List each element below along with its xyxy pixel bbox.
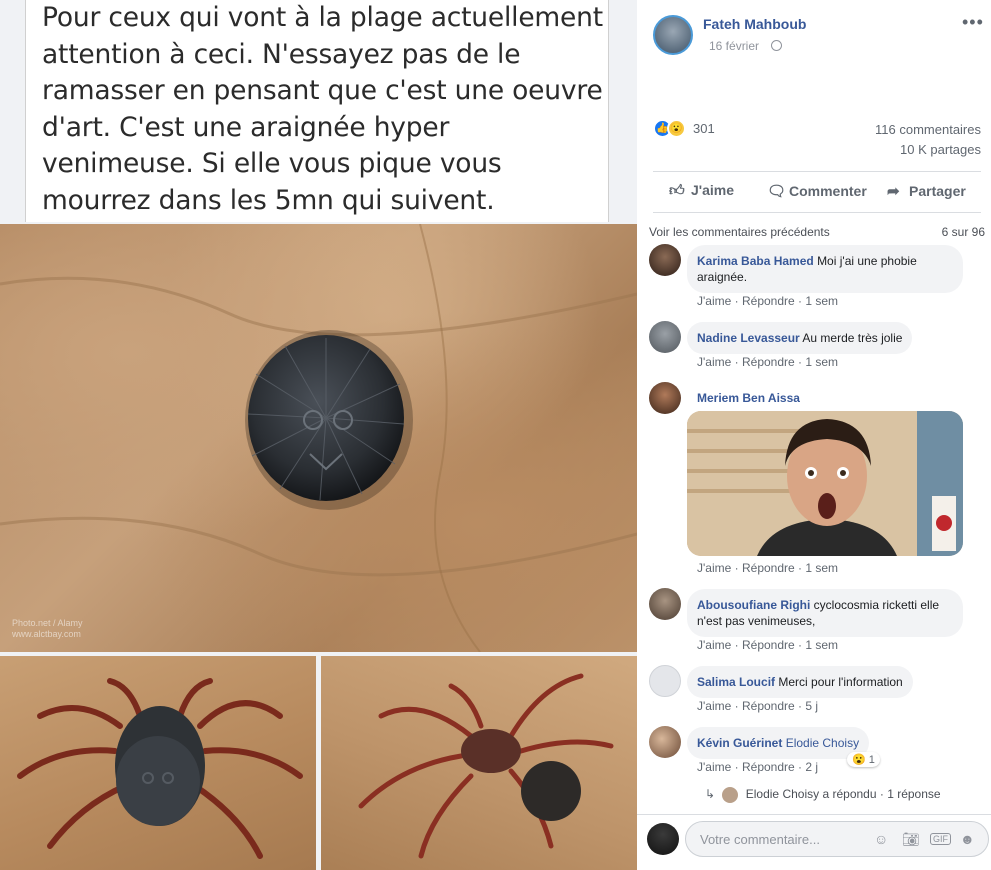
previous-comments-link[interactable]: Voir les commentaires précédents <box>649 225 830 239</box>
comment-like-link[interactable]: J'aime <box>697 561 731 575</box>
comment-bubble: Abousoufiane Righi cyclocosmia ricketti … <box>687 589 963 637</box>
reaction-gif[interactable] <box>687 411 963 556</box>
comment-reply-link[interactable]: Répondre <box>742 699 795 713</box>
comment-reply-link[interactable]: Répondre <box>742 355 795 369</box>
comment-time[interactable]: 1 sem <box>805 561 838 575</box>
divider <box>653 171 981 172</box>
emoji-icon[interactable]: ☺ <box>874 831 888 847</box>
photo-watermark: Photo.net / Alamy www.alctbay.com <box>12 618 83 639</box>
thumbs-up-icon: 👍︎ <box>669 182 685 199</box>
commenter-name-wrap: Meriem Ben Aissa <box>697 391 800 405</box>
shares-count[interactable]: 10 K partages <box>900 142 981 157</box>
comment-like-link[interactable]: J'aime <box>697 294 731 308</box>
commenter-name[interactable]: Abousoufiane Righi <box>697 598 810 612</box>
commenter-avatar[interactable] <box>649 321 681 353</box>
commenter-avatar[interactable] <box>649 382 681 414</box>
comment-input[interactable]: Votre commentaire... ☺ 📷︎ GIF ☻ <box>685 821 989 857</box>
spider-photo-left[interactable] <box>0 656 316 870</box>
comments-pager: 6 sur 96 <box>941 225 985 239</box>
commenter-avatar[interactable] <box>649 588 681 620</box>
comment-like-link[interactable]: J'aime <box>697 699 731 713</box>
replier-name: Elodie Choisy <box>745 787 820 802</box>
spider-photo-main[interactable]: Photo.net / Alamy www.alctbay.com <box>0 224 637 652</box>
share-button[interactable]: ➦ Partager <box>887 182 966 200</box>
comment-like-link[interactable]: J'aime <box>697 760 731 774</box>
comment-meta: J'aime · Répondre · 2 j <box>697 760 819 774</box>
comment-reply-link[interactable]: Répondre <box>742 294 795 308</box>
divider <box>653 212 981 213</box>
share-label: Partager <box>909 183 966 199</box>
post-text: Pour ceux qui vont à la plage actuelleme… <box>42 2 603 216</box>
comment-input-placeholder: Votre commentaire... <box>700 832 820 847</box>
comment-like-link[interactable]: J'aime <box>697 355 731 369</box>
comment-meta: J'aime · Répondre · 1 sem <box>697 294 839 308</box>
comment-meta: J'aime · Répondre · 5 j <box>697 699 819 713</box>
commenter-avatar[interactable] <box>649 726 681 758</box>
comment-icon: 🗨︎ <box>767 183 787 200</box>
spider-photo-right-art <box>358 673 614 859</box>
view-replies-link[interactable]: ↳ Elodie Choisy a répondu · 1 réponse <box>705 787 941 803</box>
comment-like-link[interactable]: J'aime <box>697 638 731 652</box>
reply-separator: · <box>879 787 884 802</box>
gif-icon[interactable]: GIF <box>930 833 951 845</box>
commenter-name[interactable]: Salima Loucif <box>697 675 775 689</box>
current-user-avatar <box>647 823 679 855</box>
comment-time[interactable]: 2 j <box>805 760 818 774</box>
divider <box>637 814 991 815</box>
camera-icon[interactable]: 📷︎ <box>902 831 920 848</box>
wow-reaction-icon: 😮 <box>667 119 686 138</box>
comment-bubble: Kévin Guérinet Elodie Choisy <box>687 727 870 759</box>
like-label: J'aime <box>691 182 735 198</box>
commenter-avatar[interactable] <box>649 244 681 276</box>
post-sidebar: Fateh Mahboub 16 février ••• 👍 😮 301 116… <box>637 0 991 870</box>
replier-avatar <box>722 787 739 803</box>
post-date[interactable]: 16 février <box>709 39 759 53</box>
reaction-icons[interactable]: 👍 😮 <box>653 119 689 139</box>
sticker-icon[interactable]: ☻ <box>960 831 975 847</box>
commenter-name[interactable]: Meriem Ben Aissa <box>697 391 800 405</box>
reaction-gif-art <box>687 411 963 556</box>
comment-label: Commenter <box>789 183 867 199</box>
post-media[interactable]: Pour ceux qui vont à la plage actuelleme… <box>0 0 637 870</box>
comment-text: Au merde très jolie <box>802 331 903 345</box>
reaction-count[interactable]: 301 <box>693 121 715 136</box>
reply-action-text: a répondu <box>822 787 877 802</box>
spider-photo-left-art <box>17 678 303 859</box>
globe-icon <box>771 40 782 51</box>
more-options-icon[interactable]: ••• <box>962 12 984 33</box>
comment-reaction-count: 1 <box>868 754 875 766</box>
comment-time[interactable]: 5 j <box>805 699 818 713</box>
like-button[interactable]: 👍︎ J'aime <box>669 182 734 200</box>
comment-bubble: Salima Loucif Merci pour l'information <box>687 666 913 698</box>
comment-meta: J'aime · Répondre · 1 sem <box>697 355 839 369</box>
commenter-avatar[interactable] <box>649 665 681 697</box>
comment-time[interactable]: 1 sem <box>805 355 838 369</box>
spider-photo-right[interactable] <box>321 656 637 870</box>
comment-reaction-badge[interactable]: 😮 1 <box>847 752 880 767</box>
comment-reply-link[interactable]: Répondre <box>742 561 795 575</box>
comment-button[interactable]: 🗨︎ Commenter <box>767 182 867 200</box>
reply-arrow-icon: ↳ <box>705 787 716 802</box>
comment-bubble: Karima Baba Hamed Moi j'ai une phobie ar… <box>687 245 963 293</box>
reply-count: 1 réponse <box>887 787 941 802</box>
comment-mention[interactable]: Elodie Choisy <box>786 736 859 750</box>
commenter-name[interactable]: Kévin Guérinet <box>697 736 782 750</box>
spider-photo-main-art <box>0 224 637 652</box>
post-text-card: Pour ceux qui vont à la plage actuelleme… <box>25 0 609 222</box>
comment-text: Merci pour l'information <box>778 675 903 689</box>
comment-reply-link[interactable]: Répondre <box>742 638 795 652</box>
author-avatar[interactable] <box>653 15 693 55</box>
comment-time[interactable]: 1 sem <box>805 638 838 652</box>
comment-bubble: Nadine Levasseur Au merde très jolie <box>687 322 913 354</box>
comments-count[interactable]: 116 commentaires <box>875 122 981 137</box>
share-icon: ➦ <box>887 183 900 200</box>
comment-time[interactable]: 1 sem <box>805 294 838 308</box>
author-name[interactable]: Fateh Mahboub <box>703 16 806 32</box>
commenter-name[interactable]: Karima Baba Hamed <box>697 254 814 268</box>
comment-meta: J'aime · Répondre · 1 sem <box>697 638 839 652</box>
commenter-name[interactable]: Nadine Levasseur <box>697 331 800 345</box>
comment-reply-link[interactable]: Répondre <box>742 760 795 774</box>
comment-meta: J'aime · Répondre · 1 sem <box>697 561 839 575</box>
wow-reaction-icon: 😮 <box>852 754 866 766</box>
